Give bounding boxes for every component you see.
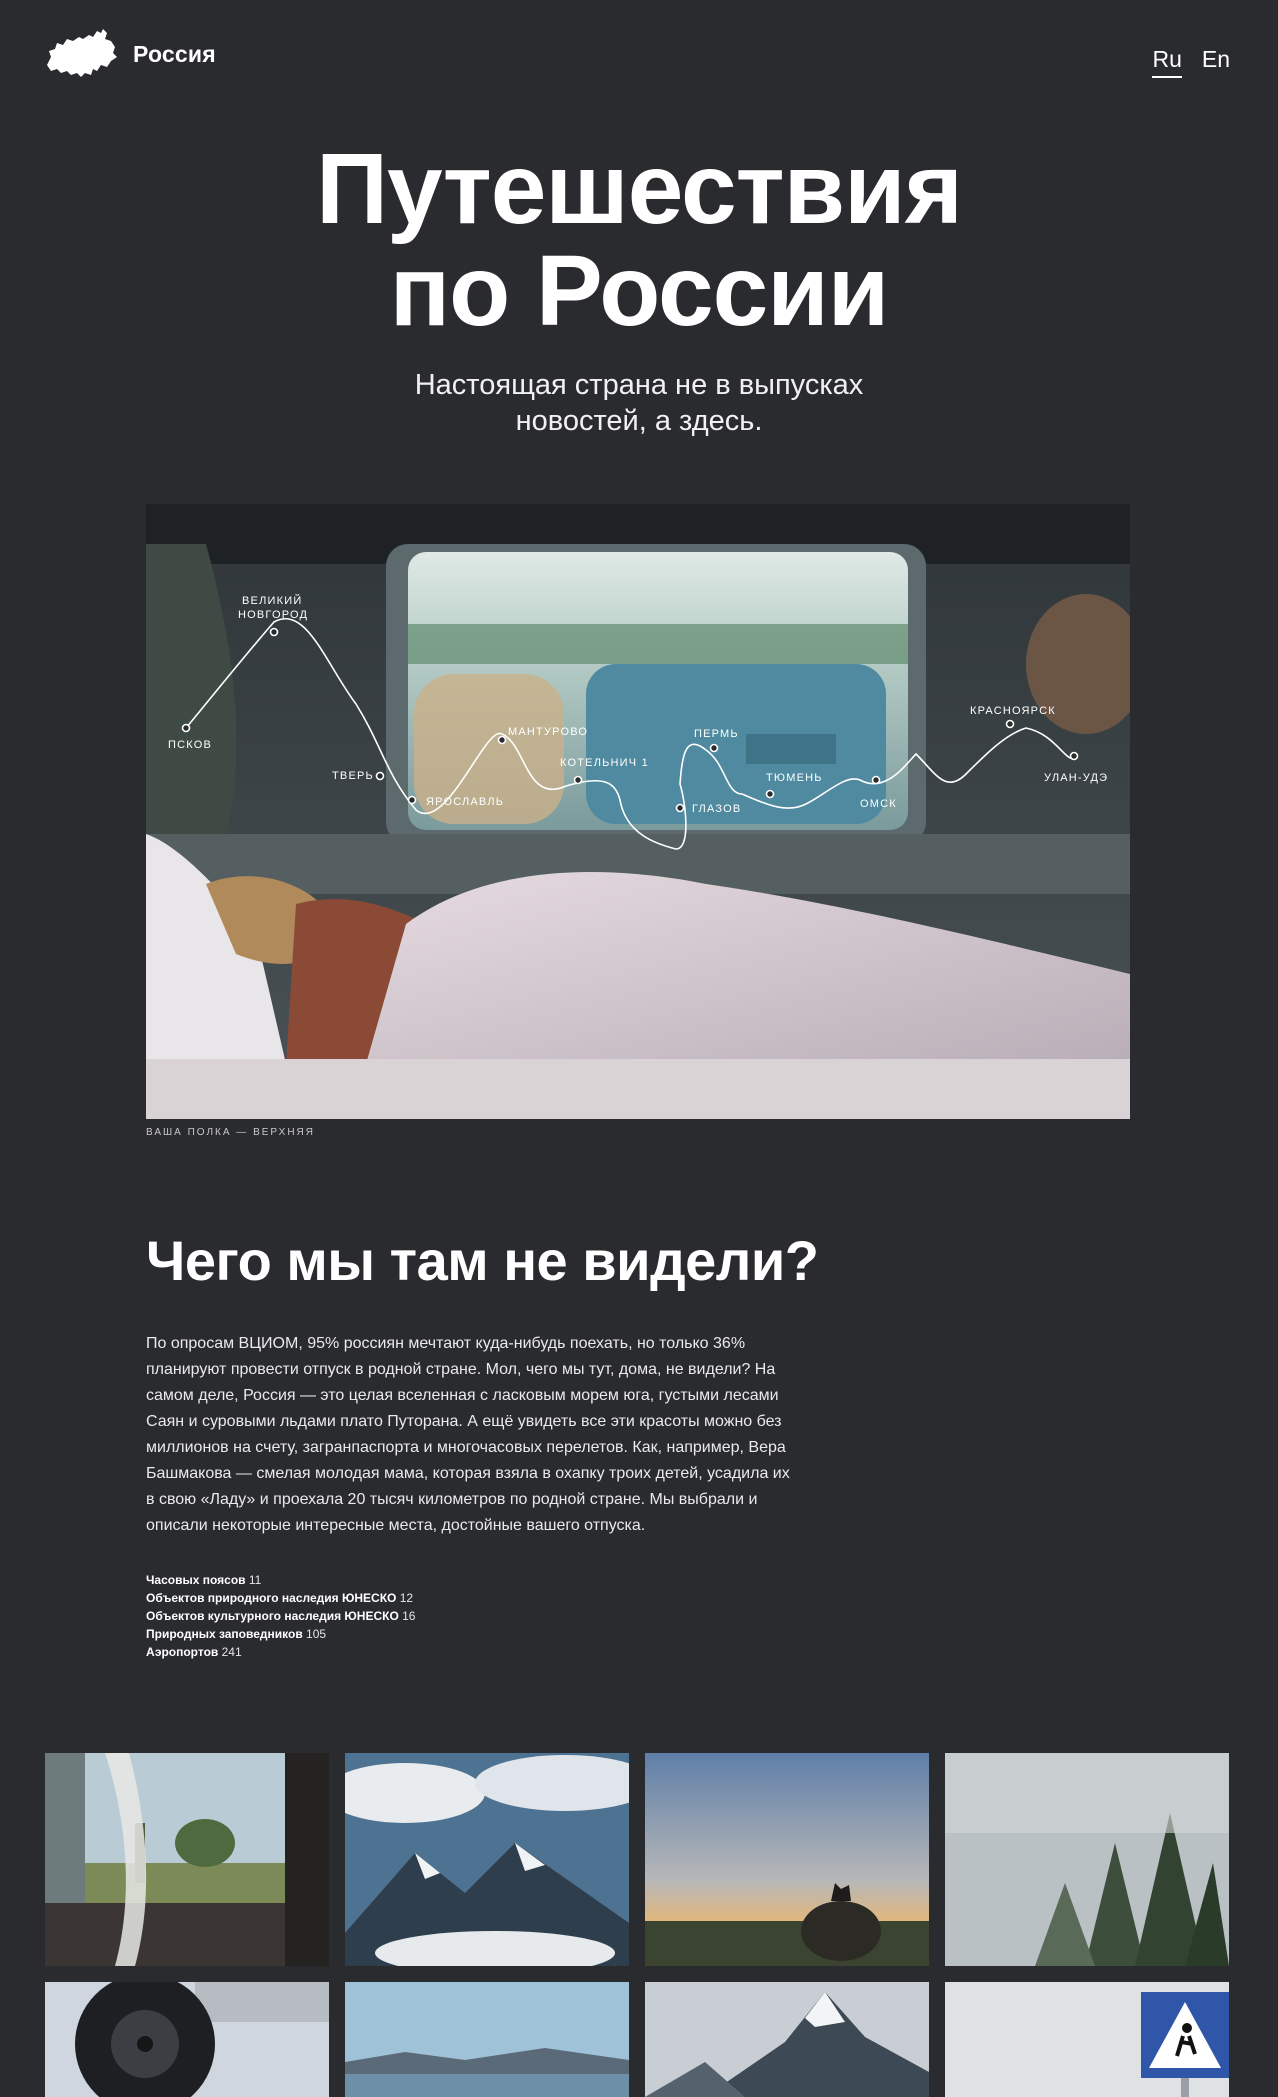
paragraph-line: планируют провести отпуск в родной стран… xyxy=(146,1361,776,1378)
paragraph-line: По опросам ВЦИОМ, 95% россиян мечтают ку… xyxy=(146,1335,746,1352)
stop-marker-novgorod xyxy=(269,627,279,637)
paragraph-line: миллионов на счету, загранпаспорта и мно… xyxy=(146,1439,786,1456)
stop-label-tver: ТВЕРЬ xyxy=(332,770,374,782)
stop-marker-kotelnich xyxy=(573,775,583,785)
stop-marker-tver xyxy=(375,771,385,781)
facts-list: Часовых поясов 11 Объектов природного на… xyxy=(146,1571,415,1661)
title-line-2: по России xyxy=(389,235,889,347)
stop-label-tyumen: ТЮМЕНЬ xyxy=(766,772,823,784)
stop-label-krasnoyarsk: КРАСНОЯРСК xyxy=(970,705,1056,717)
gallery-photo-train-window[interactable] xyxy=(45,1753,329,1966)
stop-marker-yaroslavl xyxy=(407,795,417,805)
fact-item: Объектов природного наследия ЮНЕСКО 12 xyxy=(146,1589,415,1607)
fact-item: Природных заповедников 105 xyxy=(146,1625,415,1643)
brand-name: Россия xyxy=(133,40,216,67)
stop-label-manturovo: МАНТУРОВО xyxy=(508,726,588,738)
stop-label-omsk: ОМСК xyxy=(860,798,897,810)
title-line-1: Путешествия xyxy=(316,133,963,245)
gallery-photo-lake-mountains[interactable] xyxy=(345,1982,629,2097)
fact-label: Аэропортов xyxy=(146,1645,219,1659)
fact-label: Объектов культурного наследия ЮНЕСКО xyxy=(146,1609,399,1623)
paragraph-line: Саян и суровыми льдами плато Путорана. А… xyxy=(146,1413,782,1430)
paragraph-line: в свою «Ладу» и проехала 20 тысяч киломе… xyxy=(146,1491,758,1508)
photo-caption: ВАША ПОЛКА — ВЕРХНЯЯ xyxy=(146,1127,315,1138)
stop-marker-pskov xyxy=(181,723,191,733)
gallery-photo-foggy-forest[interactable] xyxy=(945,1753,1229,1966)
stop-label-perm: ПЕРМЬ xyxy=(694,728,739,740)
stop-label-kotelnich: КОТЕЛЬНИЧ 1 xyxy=(560,757,649,769)
language-switcher: Ru En xyxy=(1152,46,1230,78)
paragraph-line: описали некоторые интересные места, дост… xyxy=(146,1517,646,1534)
lang-ru-link[interactable]: Ru xyxy=(1152,46,1182,78)
paragraph-line: самом деле, Россия — это целая вселенная… xyxy=(146,1387,779,1404)
fact-value: 11 xyxy=(248,1573,262,1587)
paragraph-line: Башмакова — смелая молодая мама, которая… xyxy=(146,1465,790,1482)
stop-marker-omsk xyxy=(871,775,881,785)
hero-photo: ПСКОВ ВЕЛИКИЙ НОВГОРОД ТВЕРЬ ЯРОСЛАВЛЬ М… xyxy=(146,504,1130,1119)
gallery-photo-snowy-peak[interactable] xyxy=(645,1982,929,2097)
fact-value: 12 xyxy=(399,1591,414,1605)
fact-value: 16 xyxy=(402,1609,416,1623)
intro-paragraph: По опросам ВЦИОМ, 95% россиян мечтают ку… xyxy=(146,1331,836,1539)
gallery-photo-road-sign[interactable] xyxy=(945,1982,1229,2097)
page-title: Путешествия по России xyxy=(0,138,1278,342)
fact-value: 241 xyxy=(221,1645,242,1659)
stop-marker-glazov xyxy=(675,803,685,813)
stop-marker-tyumen xyxy=(765,789,775,799)
gallery-photo-mountains-clouds[interactable] xyxy=(345,1753,629,1966)
fact-label: Природных заповедников xyxy=(146,1627,303,1641)
gallery-photo-car-wheel[interactable] xyxy=(45,1982,329,2097)
section-heading: Чего мы там не видели? xyxy=(146,1229,819,1292)
stop-label-novgorod-1: ВЕЛИКИЙ xyxy=(242,594,302,607)
route-line-overlay: ПСКОВ ВЕЛИКИЙ НОВГОРОД ТВЕРЬ ЯРОСЛАВЛЬ М… xyxy=(168,594,1108,850)
stop-marker-perm xyxy=(709,743,719,753)
stop-label-novgorod-2: НОВГОРОД xyxy=(238,609,308,621)
site-header: Россия Ru En xyxy=(0,0,1278,120)
logo[interactable]: Россия xyxy=(45,27,216,81)
fact-item: Объектов культурного наследия ЮНЕСКО 16 xyxy=(146,1607,415,1625)
gallery-photo-dog-sunset[interactable] xyxy=(645,1753,929,1966)
stop-label-glazov: ГЛАЗОВ xyxy=(692,803,741,815)
stop-marker-manturovo xyxy=(497,735,507,745)
fact-label: Часовых поясов xyxy=(146,1573,246,1587)
fact-item: Аэропортов 241 xyxy=(146,1643,415,1661)
stop-label-ulan-ude: УЛАН-УДЭ xyxy=(1044,772,1108,784)
fact-label: Объектов природного наследия ЮНЕСКО xyxy=(146,1591,397,1605)
russia-map-icon xyxy=(47,29,117,77)
stop-marker-krasnoyarsk xyxy=(1005,719,1015,729)
lang-en-link[interactable]: En xyxy=(1202,46,1230,78)
stop-marker-ulan-ude xyxy=(1069,751,1079,761)
stop-label-pskov: ПСКОВ xyxy=(168,739,212,751)
stop-label-yaroslavl: ЯРОСЛАВЛЬ xyxy=(426,796,504,808)
page-subtitle: Настоящая страна не в выпусках новостей,… xyxy=(0,367,1278,439)
subtitle-line-1: Настоящая страна не в выпусках xyxy=(414,369,864,401)
subtitle-line-2: новостей, а здесь. xyxy=(515,405,763,437)
fact-value: 105 xyxy=(306,1627,327,1641)
fact-item: Часовых поясов 11 xyxy=(146,1571,415,1589)
